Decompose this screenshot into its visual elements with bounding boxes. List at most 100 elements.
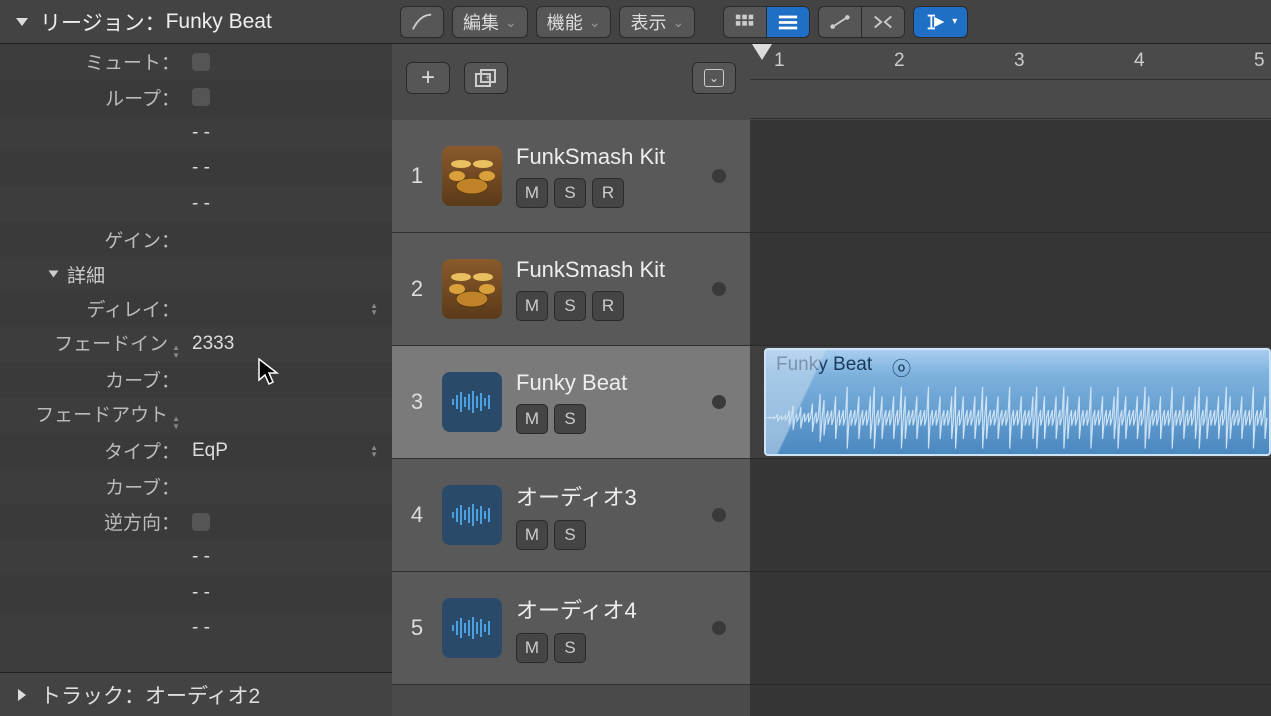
waveform-icon	[442, 598, 502, 658]
main-area: 編集 機能 表示 ▾ + + ⌄ 1 2 3 4 5	[392, 0, 1271, 716]
flex-button[interactable]	[861, 6, 905, 38]
waveform-icon	[442, 485, 502, 545]
timeline-row[interactable]	[750, 233, 1271, 346]
ruler-mark: 2	[894, 50, 905, 72]
track-number: 5	[392, 615, 442, 641]
audio-region[interactable]: Funky Beat ⓞ	[764, 348, 1271, 456]
track-header[interactable]: 1 FunkSmash Kit MSR	[392, 120, 750, 233]
track-r-button[interactable]: R	[592, 178, 624, 208]
empty-value: - -	[186, 122, 392, 144]
track-status-dot	[712, 508, 726, 522]
disclosure-triangle-icon[interactable]	[18, 689, 26, 701]
mute-checkbox[interactable]	[192, 53, 210, 71]
track-header[interactable]: 4 オーディオ3 MS	[392, 459, 750, 572]
loop-icon: ⓞ	[892, 354, 911, 381]
ruler[interactable]: 1 2 3 4 5	[750, 44, 1271, 120]
track-name: FunkSmash Kit	[516, 144, 665, 170]
fadein-value[interactable]: 2333	[186, 333, 392, 355]
track-number: 2	[392, 276, 442, 302]
ruler-mark: 5	[1254, 50, 1265, 72]
inspector-header[interactable]: リージョン： Funky Beat	[0, 0, 392, 44]
empty-value: - -	[186, 546, 392, 568]
track-m-button[interactable]: M	[516, 633, 548, 663]
timeline-row[interactable]	[750, 120, 1271, 233]
type-value[interactable]: EqP	[186, 440, 392, 462]
view-menu[interactable]: 表示	[619, 6, 695, 38]
details-section[interactable]: 詳細	[0, 257, 392, 291]
track-header[interactable]: 2 FunkSmash Kit MSR	[392, 233, 750, 346]
drums-icon	[442, 146, 502, 206]
disclosure-triangle-icon[interactable]	[49, 271, 59, 278]
mute-label: ミュート：	[0, 48, 186, 75]
list-view-button[interactable]	[766, 6, 810, 38]
disclosure-triangle-icon[interactable]	[16, 18, 28, 26]
timeline[interactable]: Funky Beat ⓞ	[750, 120, 1271, 716]
loop-label: ループ：	[0, 84, 186, 111]
duplicate-track-button[interactable]: +	[464, 62, 508, 94]
stepper-icon[interactable]	[172, 415, 180, 431]
track-s-button[interactable]: S	[554, 404, 586, 434]
automation-curve-button[interactable]	[400, 6, 444, 38]
track-s-button[interactable]: S	[554, 291, 586, 321]
track-status-dot	[712, 395, 726, 409]
footer-name: オーディオ2	[145, 680, 260, 710]
loop-checkbox[interactable]	[192, 88, 210, 106]
empty-value: - -	[186, 617, 392, 639]
playhead-icon[interactable]	[752, 44, 772, 60]
inspector-header-prefix: リージョン：	[40, 7, 166, 37]
track-name: オーディオ4	[516, 593, 637, 625]
timeline-row[interactable]: Funky Beat ⓞ	[750, 346, 1271, 459]
type-label: タイプ：	[0, 437, 186, 464]
track-status-dot	[712, 282, 726, 296]
footer-prefix: トラック：	[40, 680, 145, 710]
track-number: 3	[392, 389, 442, 415]
chevron-down-icon: ⌄	[704, 69, 724, 87]
chevron-updown-icon[interactable]	[370, 444, 378, 458]
automation-button[interactable]	[818, 6, 861, 38]
gain-label: ゲイン：	[0, 226, 186, 253]
ruler-mark: 4	[1134, 50, 1145, 72]
ruler-mark: 3	[1014, 50, 1025, 72]
empty-value: - -	[186, 582, 392, 604]
track-s-button[interactable]: S	[554, 520, 586, 550]
add-track-button[interactable]: +	[406, 62, 450, 94]
global-tracks-button[interactable]: ⌄	[692, 62, 736, 94]
inspector-rows: ミュート： ループ： - - - - - - ゲイン： 詳細 ディレイ： フェー…	[0, 44, 392, 672]
track-header[interactable]: 5 オーディオ4 MS	[392, 572, 750, 685]
track-m-button[interactable]: M	[516, 178, 548, 208]
inspector-header-name: Funky Beat	[166, 10, 272, 34]
grid-view-button[interactable]	[723, 6, 766, 38]
fadeout-label: フェードアウト	[0, 400, 186, 431]
track-s-button[interactable]: S	[554, 178, 586, 208]
track-m-button[interactable]: M	[516, 404, 548, 434]
track-number: 1	[392, 163, 442, 189]
timeline-row[interactable]	[750, 459, 1271, 572]
waveform-icon	[766, 380, 1269, 455]
edit-menu[interactable]: 編集	[452, 6, 528, 38]
duplicate-icon: +	[475, 69, 497, 87]
track-name: FunkSmash Kit	[516, 257, 665, 283]
timeline-row[interactable]	[750, 572, 1271, 685]
svg-text:+: +	[485, 73, 491, 84]
stepper-icon[interactable]	[172, 344, 180, 360]
chevron-updown-icon[interactable]	[370, 302, 378, 316]
inspector-footer[interactable]: トラック： オーディオ2	[0, 672, 392, 716]
track-header[interactable]: 3 Funky Beat MS	[392, 346, 750, 459]
reverse-checkbox[interactable]	[192, 513, 210, 531]
empty-value: - -	[186, 157, 392, 179]
track-status-dot	[712, 621, 726, 635]
track-status-dot	[712, 169, 726, 183]
reverse-label: 逆方向：	[0, 508, 186, 535]
subheader: + + ⌄ 1 2 3 4 5	[392, 44, 1271, 120]
fadein-label: フェードイン	[0, 329, 186, 360]
track-name: オーディオ3	[516, 480, 637, 512]
functions-menu[interactable]: 機能	[536, 6, 612, 38]
track-r-button[interactable]: R	[592, 291, 624, 321]
track-s-button[interactable]: S	[554, 633, 586, 663]
track-number: 4	[392, 502, 442, 528]
plus-icon: +	[421, 64, 435, 92]
track-m-button[interactable]: M	[516, 291, 548, 321]
empty-value: - -	[186, 193, 392, 215]
track-m-button[interactable]: M	[516, 520, 548, 550]
catch-playhead-button[interactable]: ▾	[913, 6, 968, 38]
